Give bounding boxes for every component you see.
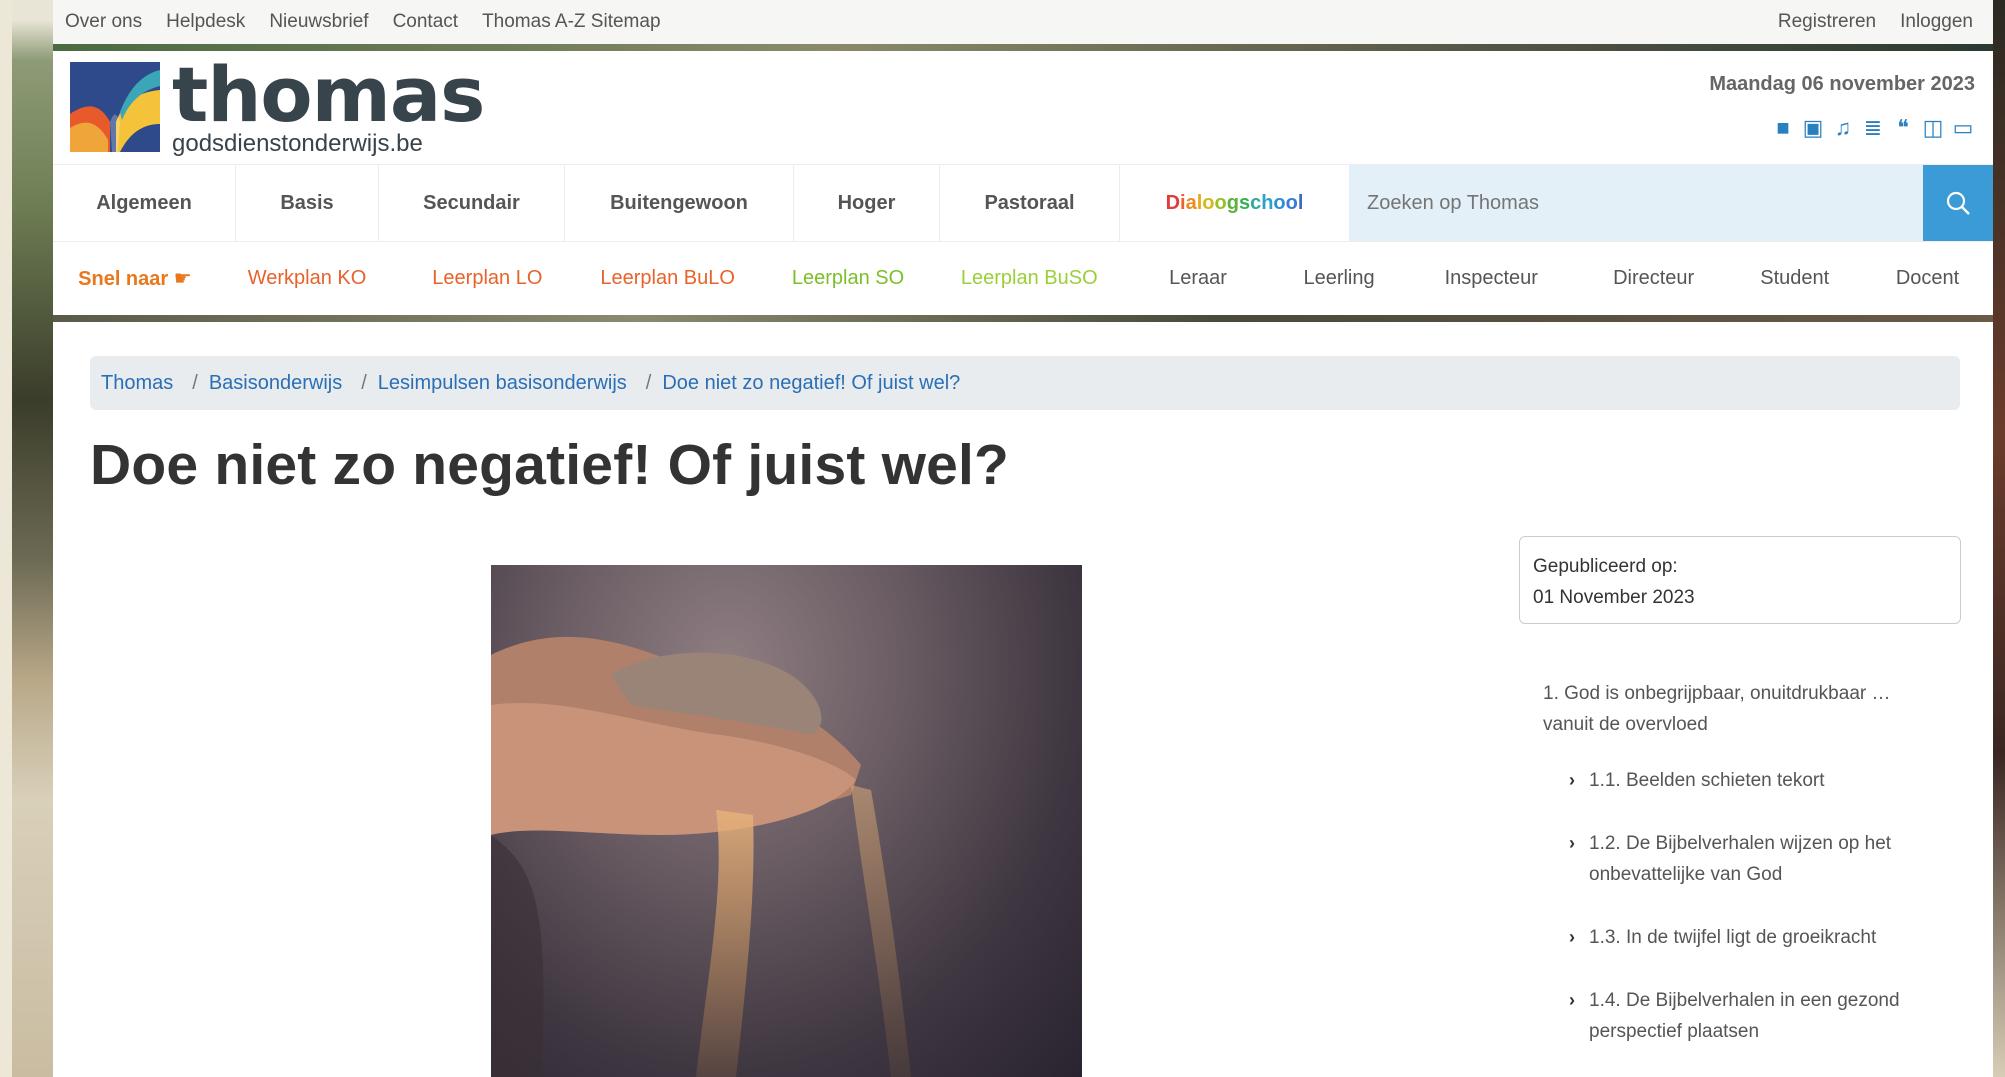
quick-link-student[interactable]: Student [1727,267,1862,290]
dialoogschool-letter: h [1261,191,1274,214]
link-inloggen[interactable]: Inloggen [1900,11,1973,32]
quick-link-directeur[interactable]: Directeur [1580,267,1727,290]
breadcrumb-current[interactable]: Doe niet zo negatief! Of juist wel? [662,372,960,395]
published-box: Gepubliceerd op: 01 November 2023 [1519,536,1961,624]
quick-link-werkplan-ko[interactable]: Werkplan KO [217,267,397,290]
quick-link-inspecteur[interactable]: Inspecteur [1403,267,1580,290]
dialoogschool-letter: D [1165,191,1181,214]
nav-algemeen[interactable]: Algemeen [53,165,236,241]
dialoogschool-letter: s [1238,191,1251,214]
search-button[interactable] [1923,165,1993,241]
link-nieuwsbrief[interactable]: Nieuwsbrief [269,11,368,32]
nav-buitengewoon[interactable]: Buitengewoon [565,165,794,241]
pointing-hand-icon: ☛ [173,268,192,290]
subnav-stripe [53,315,1993,322]
published-label: Gepubliceerd op: [1533,556,1678,577]
quick-link-leerling[interactable]: Leerling [1276,267,1403,290]
breadcrumb-basisonderwijs[interactable]: Basisonderwijs [209,372,342,395]
dialoogschool-letter: o [1214,191,1227,214]
chevron-right-icon: › [1569,990,1575,1010]
logo-mark-icon [70,62,160,152]
text-icon[interactable]: ≣ [1861,116,1885,140]
link-registreren[interactable]: Registreren [1778,11,1876,32]
breadcrumb-separator: / [192,371,198,394]
link-sitemap[interactable]: Thomas A-Z Sitemap [482,11,660,32]
page-title: Doe niet zo negatief! Of juist wel? [90,433,1010,497]
site-logo[interactable]: thomas godsdienstonderwijs.be [70,50,485,158]
quick-link-leraar[interactable]: Leraar [1120,267,1275,290]
quote-icon[interactable]: ❝ [1891,116,1915,140]
utility-links-right: Registreren Inloggen [1778,11,1981,33]
snel-naar[interactable]: Snel naar ☛ [53,266,217,291]
nav-hoger[interactable]: Hoger [794,165,940,241]
quick-link-leerplan-lo[interactable]: Leerplan LO [397,267,577,290]
toc-item[interactable]: › 1.2. De Bijbelverhalen wijzen op het on… [1543,828,1943,890]
breadcrumb-thomas[interactable]: Thomas [101,372,173,395]
toc-item-label: 1.4. De Bijbelverhalen in een gezond per… [1589,990,1900,1042]
dialoogschool-letter: o [1202,191,1215,214]
snel-naar-label: Snel naar [78,268,169,290]
quick-link-docent[interactable]: Docent [1862,267,1993,290]
dialoogschool-letter: a [1185,191,1197,214]
breadcrumb-lesimpulsen[interactable]: Lesimpulsen basisonderwijs [378,372,627,395]
chevron-right-icon: › [1569,833,1575,853]
breadcrumb: Thomas / Basisonderwijs / Lesimpulsen ba… [90,356,1960,410]
quick-link-leerplan-so[interactable]: Leerplan SO [758,267,938,290]
toc-item[interactable]: › 1.1. Beelden schieten tekort [1543,765,1943,796]
dialoogschool-letter: c [1250,191,1262,214]
link-over-ons[interactable]: Over ons [65,11,142,32]
utility-links-left: Over ons Helpdesk Nieuwsbrief Contact Thomas… [65,11,685,33]
image-icon[interactable]: ▣ [1801,116,1825,140]
quick-link-leerplan-bulo[interactable]: Leerplan BuLO [578,267,758,290]
chevron-right-icon: › [1569,770,1575,790]
quick-nav: Snel naar ☛ Werkplan KO Leerplan LO Leerpl… [53,241,1993,315]
dialoogschool-letter: l [1297,191,1304,214]
breadcrumb-separator: / [645,371,652,394]
main-nav: Algemeen Basis Secundair Buitengewoon Ho… [53,164,1993,241]
breadcrumb-separator: / [361,371,367,394]
published-date: 01 November 2023 [1533,587,1695,608]
current-date: Maandag 06 november 2023 [1709,73,1975,95]
dialoogschool-letter: o [1273,191,1286,214]
toc-item-top[interactable]: 1. God is onbegrijpbaar, onuitdrukbaar …… [1543,678,1943,740]
search-bar [1349,165,1993,241]
toc-item[interactable]: › 1.4. De Bijbelverhalen in een gezond pe… [1543,985,1943,1047]
utility-bar: Over ons Helpdesk Nieuwsbrief Contact Thomas… [53,0,1993,44]
nav-dialoogschool[interactable]: Dialoogschool [1120,165,1349,241]
dialoogschool-letter: o [1285,191,1298,214]
search-icon [1946,191,1970,215]
background-right [1993,0,2005,1077]
toc-item[interactable]: › 1.3. In de twijfel ligt de groeikracht [1543,922,1943,953]
site-header: thomas godsdienstonderwijs.be Maandag 06… [53,51,1993,164]
nav-pastoraal[interactable]: Pastoraal [940,165,1120,241]
hero-image [491,565,1082,1077]
toc-item-label: 1.1. Beelden schieten tekort [1589,770,1825,791]
link-contact[interactable]: Contact [393,11,458,32]
screen-icon[interactable]: ▭ [1951,116,1975,140]
background-left [0,0,53,1077]
dialoogschool-letter: g [1226,191,1239,214]
video-icon[interactable]: ■ [1771,116,1795,140]
media-icons: ■ ▣ ♫ ≣ ❝ ◫ ▭ [1771,116,1975,140]
nav-basis[interactable]: Basis [236,165,379,241]
link-helpdesk[interactable]: Helpdesk [166,11,245,32]
chevron-right-icon: › [1569,927,1575,947]
music-icon[interactable]: ♫ [1831,116,1855,140]
table-of-contents: 1. God is onbegrijpbaar, onuitdrukbaar …… [1543,678,1943,1077]
hands-sand-illustration [491,636,911,1077]
toc-item-label: 1.3. In de twijfel ligt de groeikracht [1589,927,1877,948]
book-icon[interactable]: ◫ [1921,116,1945,140]
toc-item-label: 1.2. De Bijbelverhalen wijzen op het onb… [1589,833,1892,885]
quick-link-leerplan-buso[interactable]: Leerplan BuSO [938,267,1120,290]
logo-word: thomas [172,50,485,139]
search-input[interactable] [1349,165,1923,241]
nav-secundair[interactable]: Secundair [379,165,565,241]
